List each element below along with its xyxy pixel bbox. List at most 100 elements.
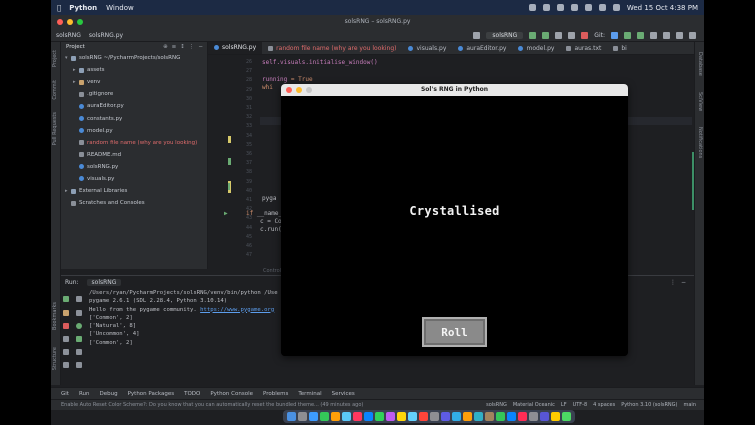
editor-tab[interactable]: bi	[607, 42, 632, 54]
pin-icon[interactable]	[63, 362, 69, 368]
trash-icon[interactable]	[76, 362, 82, 368]
structure-tool-tab[interactable]: Structure	[52, 347, 58, 370]
git-commit-icon[interactable]	[624, 31, 631, 39]
bottom-tool-tab[interactable]: Terminal	[298, 391, 321, 397]
bottom-tool-tab[interactable]: Services	[332, 391, 355, 397]
project-tree-item[interactable]: ▾ solsRNG ~/PycharmProjects/solsRNG	[61, 52, 207, 64]
project-tree-item[interactable]: random file name (why are you looking)	[61, 137, 207, 149]
zoom-window-button[interactable]	[77, 19, 83, 25]
console-output[interactable]: /Users/ryan/PycharmProjects/solsRNG/venv…	[89, 290, 278, 348]
project-tree-item[interactable]: visuals.py	[61, 173, 207, 185]
close-window-button[interactable]	[286, 87, 292, 93]
dock-app-icon[interactable]	[287, 412, 296, 421]
menubar-window-menu[interactable]: Window	[106, 4, 134, 12]
history-icon[interactable]	[650, 31, 657, 39]
project-tree-item[interactable]: constants.py	[61, 112, 207, 124]
bottom-tool-tab[interactable]: TODO	[184, 391, 200, 397]
dock-app-icon[interactable]	[540, 412, 549, 421]
notifications-tool-tab[interactable]: Notifications	[697, 127, 703, 158]
bottom-tool-tab[interactable]: Run	[79, 391, 90, 397]
status-widget[interactable]: Python 3.10 (solsRNG)	[621, 402, 677, 408]
status-widget[interactable]: UTF-8	[573, 402, 588, 408]
wrench-icon[interactable]	[63, 310, 69, 316]
debug-icon[interactable]	[542, 31, 550, 39]
editor-tab[interactable]: solsRNG.py	[208, 42, 263, 54]
dock-app-icon[interactable]	[419, 412, 428, 421]
menubar-clock[interactable]: Wed 15 Oct 4:38 PM	[627, 4, 698, 12]
breadcrumb-file[interactable]: solsRNG.py	[89, 32, 123, 39]
dock-app-icon[interactable]	[452, 412, 461, 421]
commit-tool-tab[interactable]: Commit	[52, 80, 58, 100]
close-window-button[interactable]	[57, 19, 63, 25]
editor-tab[interactable]: visuals.py	[402, 42, 452, 54]
user-icon[interactable]	[473, 31, 481, 39]
stop-run-icon[interactable]	[63, 323, 69, 329]
siri-icon[interactable]	[612, 4, 620, 11]
bottom-tool-tab[interactable]: Debug	[100, 391, 118, 397]
profile-icon[interactable]	[568, 31, 576, 39]
layout-icon[interactable]	[63, 349, 69, 355]
breadcrumb-project[interactable]: solsRNG	[56, 32, 81, 39]
sciview-tool-tab[interactable]: SciView	[697, 92, 703, 111]
run-gutter-icon[interactable]: ▶	[224, 210, 228, 217]
status-widget[interactable]: 4 spaces	[593, 402, 615, 408]
dock-app-icon[interactable]	[364, 412, 373, 421]
project-tree-item[interactable]: Scratches and Consoles	[61, 197, 207, 209]
project-tree-item[interactable]: ▸ External Libraries	[61, 185, 207, 197]
pull-requests-tool-tab[interactable]: Pull Requests	[52, 112, 58, 145]
status-message[interactable]: Enable Auto Reset Color Scheme?: Do you …	[61, 402, 363, 408]
dock-app-icon[interactable]	[485, 412, 494, 421]
dock-app-icon[interactable]	[331, 412, 340, 421]
rollback-icon[interactable]	[663, 31, 670, 39]
status-widget[interactable]: solsRNG	[486, 402, 507, 408]
locate-icon[interactable]: ⊕	[163, 44, 168, 50]
coverage-icon[interactable]	[555, 31, 563, 39]
options-icon[interactable]: ⋮	[670, 279, 676, 286]
dock-app-icon[interactable]	[441, 412, 450, 421]
project-tree-item[interactable]: README.md	[61, 149, 207, 161]
status-widget[interactable]: LF	[561, 402, 567, 408]
dock-app-icon[interactable]	[397, 412, 406, 421]
dock-app-icon[interactable]	[320, 412, 329, 421]
dock-app-icon[interactable]	[496, 412, 505, 421]
zoom-window-button[interactable]	[306, 87, 312, 93]
dock-app-icon[interactable]	[507, 412, 516, 421]
dock-app-icon[interactable]	[551, 412, 560, 421]
scroll-down-icon[interactable]	[76, 310, 82, 316]
git-push-icon[interactable]	[637, 31, 644, 39]
bottom-tool-tab[interactable]: Problems	[263, 391, 288, 397]
bluetooth-icon[interactable]	[556, 4, 564, 11]
bottom-tool-tab[interactable]: Python Packages	[128, 391, 174, 397]
project-tree-item[interactable]: ▸ venv	[61, 76, 207, 88]
search-icon[interactable]	[676, 31, 683, 39]
dock-app-icon[interactable]	[430, 412, 439, 421]
pause-icon[interactable]	[63, 336, 69, 342]
editor-tab[interactable]: auraEditor.py	[452, 42, 512, 54]
editor-tab[interactable]: auras.txt	[560, 42, 607, 54]
expand-icon[interactable]: ↕	[180, 44, 185, 50]
hide-icon[interactable]: −	[198, 44, 203, 50]
dock-app-icon[interactable]	[298, 412, 307, 421]
pygame-link[interactable]: https://www.pygame.org	[200, 307, 274, 313]
bottom-tool-tab[interactable]: Git	[61, 391, 69, 397]
options-icon[interactable]: ⋮	[189, 44, 195, 50]
dock-app-icon[interactable]	[342, 412, 351, 421]
print-icon[interactable]	[76, 349, 82, 355]
scroll-indicator[interactable]	[692, 152, 694, 210]
run-tab[interactable]: solsRNG	[86, 278, 122, 286]
bottom-tool-tab[interactable]: Python Console	[210, 391, 253, 397]
status-widget[interactable]: main	[684, 402, 697, 408]
soft-wrap-icon[interactable]	[76, 323, 82, 329]
settings-icon[interactable]	[689, 31, 696, 39]
project-tool-tab[interactable]: Project	[52, 50, 58, 67]
dock-app-icon[interactable]	[474, 412, 483, 421]
menubar-app-name[interactable]: Python	[69, 4, 97, 12]
record-icon[interactable]	[528, 4, 536, 11]
collapse-icon[interactable]: ≡	[172, 44, 177, 50]
dock-app-icon[interactable]	[529, 412, 538, 421]
scroll-to-end-icon[interactable]	[76, 336, 82, 342]
project-tree-item[interactable]: auraEditor.py	[61, 100, 207, 112]
git-update-icon[interactable]	[611, 31, 618, 39]
run-icon[interactable]	[529, 31, 537, 39]
dock-app-icon[interactable]	[562, 412, 571, 421]
